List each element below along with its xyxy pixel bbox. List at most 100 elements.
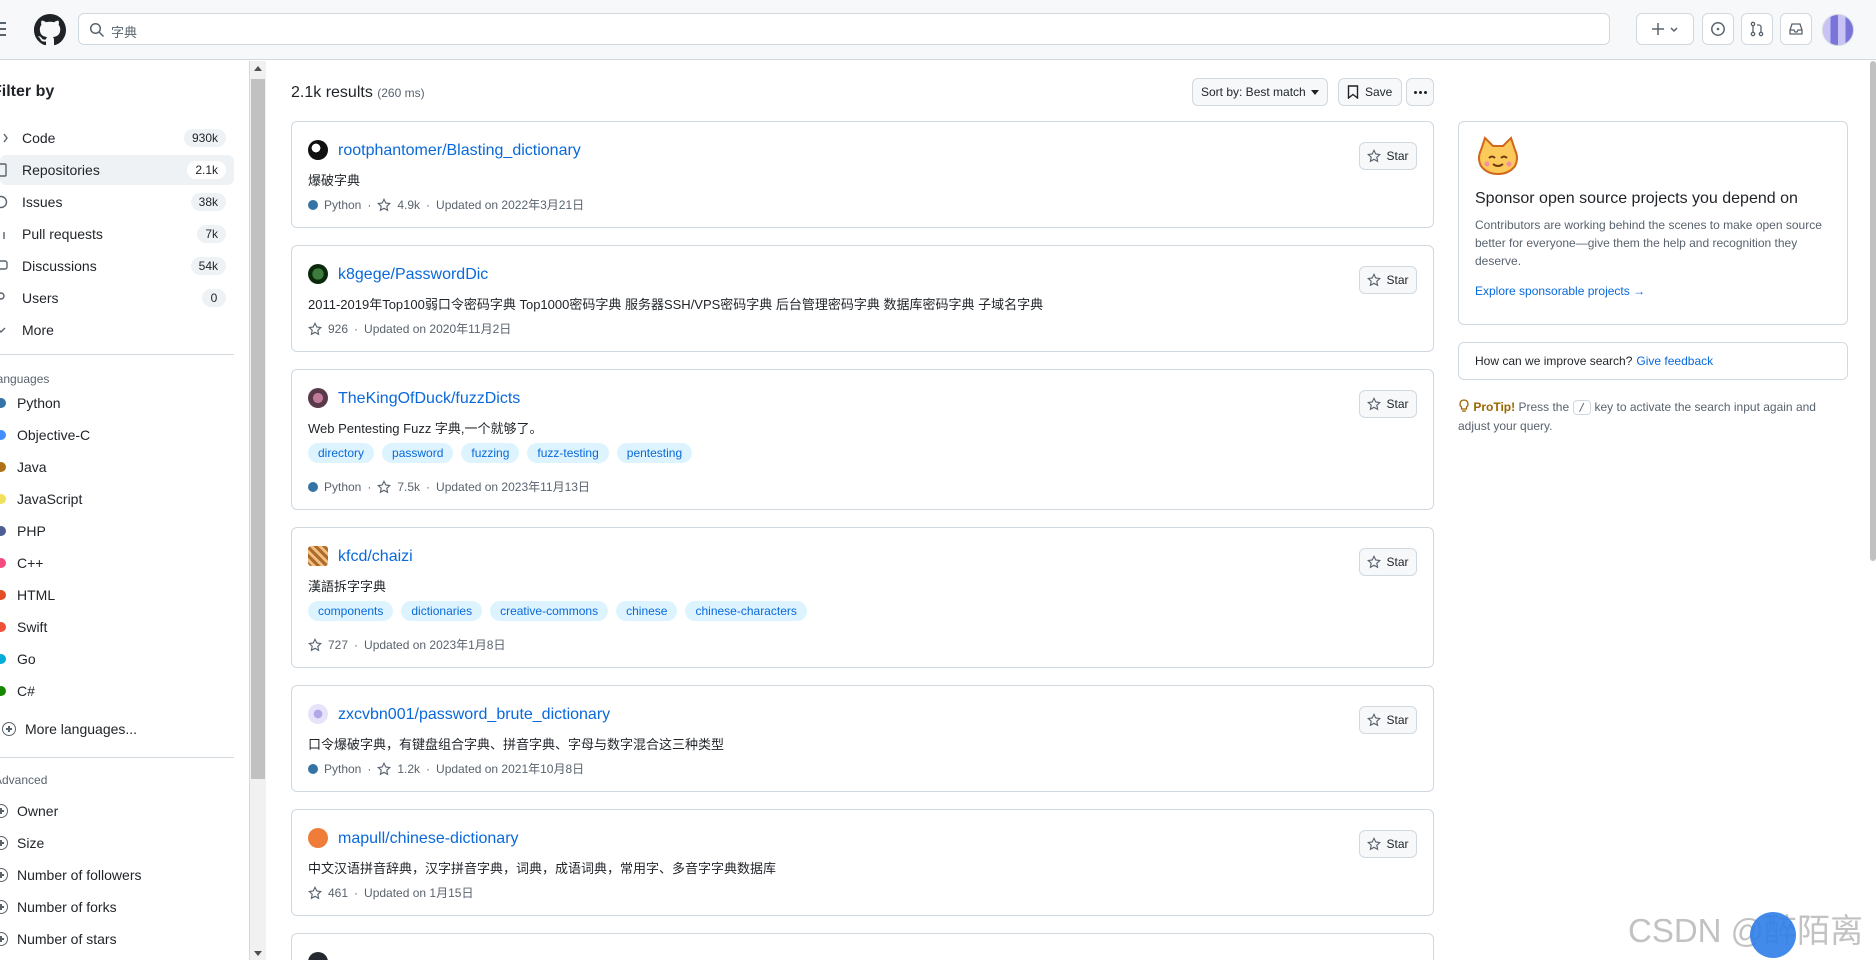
- github-logo-icon[interactable]: [34, 14, 66, 46]
- repo-link[interactable]: rootphantomer/Blasting_dictionary: [338, 142, 581, 160]
- repo-meta: Python · 1.2k · Updated on 2021年10月8日: [308, 760, 584, 777]
- explore-sponsorable-link[interactable]: Explore sponsorable projects →: [1475, 284, 1645, 298]
- scroll-up-arrow-icon[interactable]: [254, 66, 262, 71]
- results-count: 2.1k results (260 ms): [291, 84, 425, 102]
- user-avatar[interactable]: [1822, 14, 1854, 46]
- create-new-button[interactable]: [1636, 13, 1694, 45]
- pull-request-icon: [3, 232, 5, 239]
- repo-meta: 727 · Updated on 2023年1月8日: [308, 636, 505, 653]
- filter-code[interactable]: Code 930k: [0, 123, 234, 153]
- repo-updated: Updated on 2021年10月8日: [436, 762, 585, 776]
- floating-assistant-button[interactable]: [1750, 912, 1796, 958]
- topic-tag[interactable]: fuzzing: [461, 443, 520, 463]
- result-card: mapull/chinese-dictionary 中文汉语拼音辞典，汉字拼音字…: [291, 809, 1434, 916]
- issues-button[interactable]: [1702, 13, 1734, 45]
- star-icon: [308, 885, 322, 899]
- repo-link[interactable]: TheKingOfDuck/fuzzDicts: [338, 390, 520, 408]
- repo-stars[interactable]: 461: [328, 886, 348, 900]
- topic-tag[interactable]: pentesting: [616, 443, 693, 463]
- language-label: HTML: [17, 587, 56, 603]
- repo-stars[interactable]: 1.2k: [397, 762, 420, 776]
- language-label: Go: [17, 651, 36, 667]
- star-button[interactable]: Star: [1359, 548, 1417, 576]
- results-count-text: 2.1k results: [291, 84, 373, 101]
- feedback-box: How can we improve search? Give feedback: [1458, 342, 1848, 380]
- plus-caret-icon: [1652, 23, 1678, 35]
- owner-avatar[interactable]: [308, 952, 328, 960]
- repo-stars[interactable]: 727: [328, 638, 348, 652]
- owner-avatar[interactable]: [308, 704, 328, 724]
- language-color-dot: [0, 590, 6, 600]
- language-color-dot: [0, 654, 6, 664]
- lightbulb-icon: [1459, 399, 1469, 412]
- filter-label: Users: [22, 290, 59, 306]
- topic-list: directory password fuzzing fuzz-testing …: [308, 443, 693, 463]
- search-input[interactable]: 字典: [78, 13, 1610, 45]
- filter-users[interactable]: Users 0: [0, 283, 234, 313]
- repo-updated: Updated on 2022年3月21日: [436, 198, 585, 212]
- give-feedback-link[interactable]: Give feedback: [1636, 354, 1713, 368]
- inbox-icon: [1789, 23, 1803, 35]
- filter-discussions[interactable]: Discussions 54k: [0, 251, 234, 281]
- result-card: k8gege/PasswordDic 2011-2019年Top100弱口令密码…: [291, 245, 1434, 352]
- star-label: Star: [1386, 713, 1409, 727]
- sidebar-scrollbar[interactable]: [250, 61, 266, 960]
- save-label: Save: [1365, 85, 1393, 99]
- star-icon: [1367, 555, 1382, 569]
- repo-description: 中文汉语拼音辞典，汉字拼音字典，词典，成语词典，常用字、多音字字典数据库: [308, 861, 777, 876]
- repo-link[interactable]: k8gege/PasswordDic: [338, 266, 488, 284]
- filter-issues[interactable]: Issues 38k: [0, 187, 234, 217]
- star-button[interactable]: Star: [1359, 390, 1417, 418]
- topic-tag[interactable]: creative-commons: [490, 601, 609, 621]
- page-scrollbar-thumb[interactable]: [1870, 61, 1876, 561]
- star-icon: [377, 761, 392, 775]
- owner-avatar[interactable]: [308, 388, 328, 408]
- repo-stars[interactable]: 926: [328, 322, 348, 336]
- plus-circle-icon: [0, 804, 8, 818]
- owner-avatar[interactable]: [308, 264, 328, 284]
- star-icon: [1367, 273, 1382, 287]
- owner-avatar[interactable]: [308, 546, 328, 566]
- owner-avatar[interactable]: [308, 828, 328, 848]
- sponsor-text: Contributors are working behind the scen…: [1475, 218, 1822, 268]
- pull-requests-button[interactable]: [1741, 13, 1773, 45]
- filter-more[interactable]: More: [0, 315, 234, 345]
- scrollbar-thumb[interactable]: [251, 79, 265, 779]
- feedback-question: How can we improve search?: [1475, 354, 1633, 368]
- topic-tag[interactable]: dictionaries: [401, 601, 483, 621]
- topic-tag[interactable]: password: [382, 443, 454, 463]
- scroll-down-arrow-icon[interactable]: [254, 951, 262, 956]
- save-search-button[interactable]: Save: [1338, 78, 1402, 106]
- filter-count: 0: [202, 289, 226, 307]
- star-button[interactable]: Star: [1359, 266, 1417, 294]
- repo-language: Python: [324, 197, 362, 212]
- more-options-button[interactable]: [1406, 78, 1434, 106]
- repo-link[interactable]: zxcvbn001/password_brute_dictionary: [338, 706, 610, 724]
- topic-tag[interactable]: components: [308, 601, 394, 621]
- owner-avatar[interactable]: [308, 140, 328, 160]
- advanced-filter-label: Number of followers: [17, 867, 142, 883]
- topic-tag[interactable]: fuzz-testing: [527, 443, 609, 463]
- divider: [0, 757, 234, 758]
- repo-stars[interactable]: 4.9k: [397, 198, 420, 212]
- topic-tag[interactable]: chinese-characters: [685, 601, 807, 621]
- filter-pull-requests[interactable]: Pull requests 7k: [0, 219, 234, 249]
- topic-tag[interactable]: directory: [308, 443, 375, 463]
- repo-link[interactable]: mapull/chinese-dictionary: [338, 830, 519, 848]
- filter-repositories[interactable]: Repositories 2.1k: [0, 155, 234, 185]
- star-icon: [308, 321, 322, 335]
- sort-dropdown[interactable]: Sort by: Best match: [1192, 78, 1328, 106]
- topic-tag[interactable]: chinese: [616, 601, 678, 621]
- star-button[interactable]: Star: [1359, 142, 1417, 170]
- star-button[interactable]: Star: [1359, 830, 1417, 858]
- repo-stars[interactable]: 7.5k: [397, 480, 420, 494]
- repo-language: Python: [324, 479, 362, 494]
- inbox-button[interactable]: [1780, 13, 1812, 45]
- repo-link[interactable]: kfcd/chaizi: [338, 548, 413, 566]
- menu-icon[interactable]: [0, 18, 10, 38]
- sponsor-title: Sponsor open source projects you depend …: [1475, 190, 1798, 207]
- star-button[interactable]: Star: [1359, 706, 1417, 734]
- divider: [0, 354, 234, 355]
- protip-key: /: [1572, 400, 1592, 415]
- language-color-dot: [0, 622, 6, 632]
